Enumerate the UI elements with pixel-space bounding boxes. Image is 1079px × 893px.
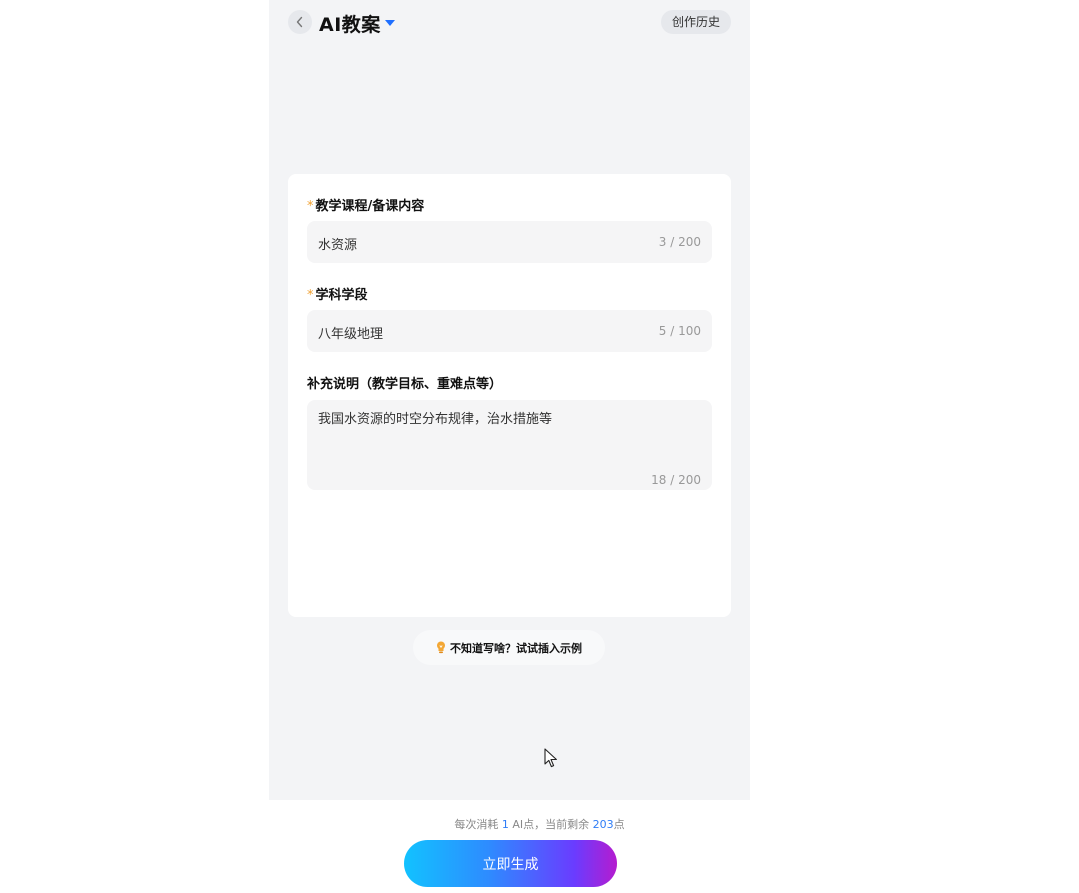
page: AI教案 创作历史 * 教学课程/备课内容 水资源 3 / 200 * 学科学段 八… [0, 0, 1079, 893]
mouse-cursor-icon [544, 748, 557, 768]
notes-label: 补充说明（教学目标、重难点等） [307, 377, 503, 392]
notes-textarea[interactable]: 我国水资源的时空分布规律，治水措施等 18 / 200 [307, 400, 712, 490]
course-counter: 3 / 200 [658, 235, 701, 249]
form-card: * 教学课程/备课内容 水资源 3 / 200 * 学科学段 八年级地理 5 / 1… [288, 174, 731, 617]
insert-example-button[interactable]: 不知道写啥？试试插入示例 [413, 630, 605, 665]
notes-value: 我国水资源的时空分布规律，治水措施等 [318, 412, 553, 427]
course-value: 水资源 [318, 238, 358, 253]
generate-button[interactable]: 立即生成 [404, 840, 617, 887]
app-screen: AI教案 创作历史 * 教学课程/备课内容 水资源 3 / 200 * 学科学段 八… [269, 0, 750, 800]
subject-counter: 5 / 100 [658, 324, 701, 338]
course-label: * 教学课程/备课内容 [307, 199, 425, 214]
notes-counter: 18 / 200 [651, 473, 701, 487]
remaining-points: 203 [592, 818, 614, 831]
back-button[interactable] [288, 10, 312, 34]
course-input[interactable]: 水资源 3 / 200 [307, 221, 712, 263]
required-mark: * [307, 199, 314, 214]
history-button[interactable]: 创作历史 [660, 10, 731, 34]
required-mark: * [307, 288, 314, 303]
title-dropdown[interactable]: AI教案 [319, 9, 395, 37]
subject-input[interactable]: 八年级地理 5 / 100 [307, 310, 712, 352]
insert-example-label: 不知道写啥？试试插入示例 [450, 641, 582, 655]
caret-down-icon [384, 20, 395, 26]
chevron-left-icon [296, 16, 303, 28]
cost-info: 每次消耗 1 AI点，当前剩余 203点 [454, 818, 625, 831]
lightbulb-icon [437, 641, 445, 654]
cost-amount: 1 [501, 818, 509, 831]
header: AI教案 创作历史 [269, 0, 750, 44]
page-title: AI教案 [319, 13, 381, 36]
subject-value: 八年级地理 [318, 327, 384, 342]
subject-label: * 学科学段 [307, 288, 368, 303]
